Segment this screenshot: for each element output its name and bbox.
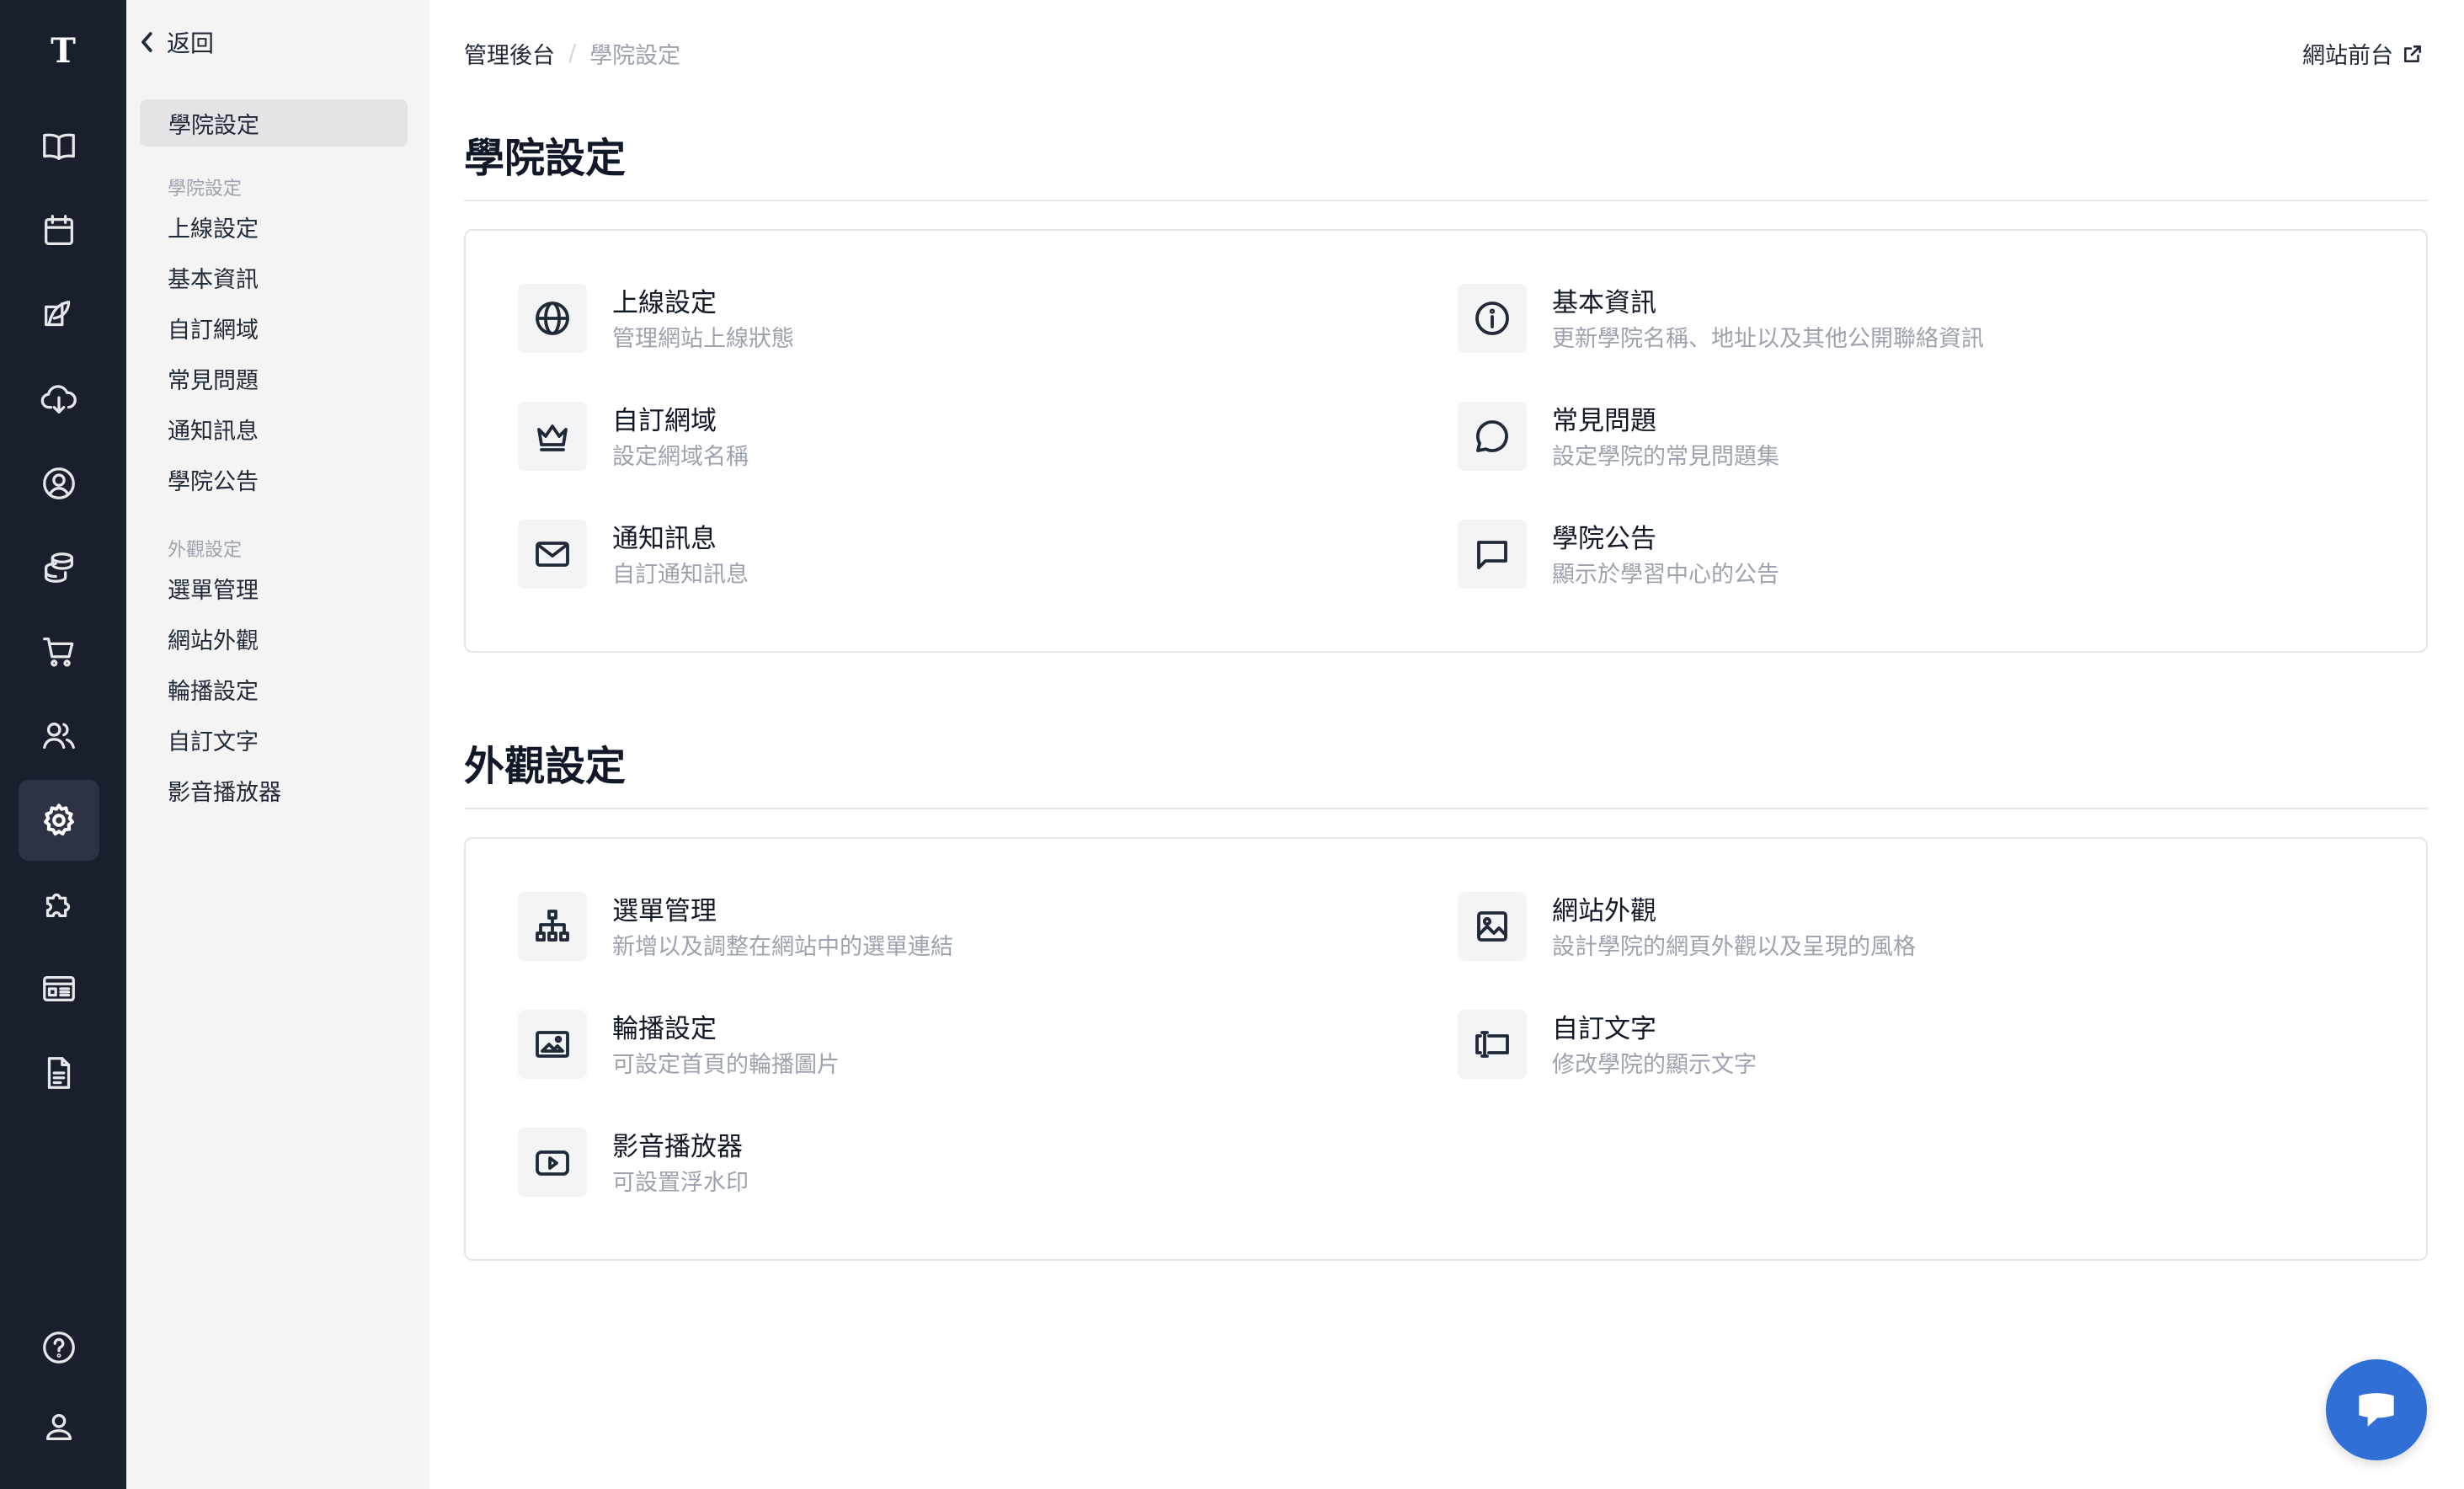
live-chat-button[interactable] bbox=[2326, 1359, 2427, 1460]
back-label: 返回 bbox=[167, 29, 215, 57]
setting-description: 設計學院的網頁外觀以及呈現的風格 bbox=[1552, 934, 1916, 960]
info-icon bbox=[1458, 284, 1527, 353]
coins-icon[interactable] bbox=[19, 527, 99, 608]
cart-icon[interactable] bbox=[19, 611, 99, 692]
website-frontend-label: 網站前台 bbox=[2302, 43, 2393, 69]
setting-title: 自訂文字 bbox=[1552, 1014, 1656, 1044]
setting-title: 網站外觀 bbox=[1552, 896, 1656, 926]
breadcrumb-current: 學院設定 bbox=[589, 43, 681, 69]
setting-description: 設定學院的常見問題集 bbox=[1552, 444, 1779, 470]
mail-icon bbox=[518, 520, 587, 589]
setting-title: 基本資訊 bbox=[1552, 288, 1656, 318]
setting-description: 顯示於學習中心的公告 bbox=[1552, 562, 1779, 588]
setting-description: 修改學院的顯示文字 bbox=[1552, 1052, 1757, 1078]
message-square-icon bbox=[1458, 520, 1527, 589]
logo[interactable]: T bbox=[0, 25, 126, 76]
section-title-academy: 學院設定 bbox=[464, 135, 627, 182]
section-divider bbox=[464, 808, 2428, 809]
user-circle-icon[interactable] bbox=[19, 443, 99, 524]
section-divider bbox=[464, 200, 2428, 201]
sidebar-item-launch[interactable]: 上線設定 bbox=[168, 213, 259, 247]
breadcrumb-separator: / bbox=[568, 40, 577, 67]
setting-title: 學院公告 bbox=[1552, 524, 1656, 554]
setting-description: 更新學院名稱、地址以及其他公開聯絡資訊 bbox=[1552, 326, 1984, 352]
chat-bubble-icon bbox=[1458, 402, 1527, 471]
setting-notifications[interactable]: 通知訊息 自訂通知訊息 bbox=[518, 520, 749, 592]
setting-description: 可設定首頁的輪播圖片 bbox=[612, 1052, 840, 1078]
setting-title: 常見問題 bbox=[1552, 406, 1656, 436]
sidebar-item-faq[interactable]: 常見問題 bbox=[168, 365, 259, 398]
setting-launch[interactable]: 上線設定 管理網站上線狀態 bbox=[518, 284, 794, 356]
chat-icon bbox=[2359, 1393, 2394, 1427]
sidebar-item-menu[interactable]: 選單管理 bbox=[168, 574, 259, 608]
users-icon[interactable] bbox=[19, 696, 99, 777]
sidebar-item-custom-text[interactable]: 自訂文字 bbox=[168, 726, 259, 760]
setting-title: 自訂網域 bbox=[612, 406, 717, 436]
setting-menu[interactable]: 選單管理 新增以及調整在網站中的選單連結 bbox=[518, 892, 953, 964]
setting-description: 可設置浮水印 bbox=[612, 1170, 749, 1196]
setting-video-player[interactable]: 影音播放器 可設置浮水印 bbox=[518, 1128, 749, 1200]
sidebar-item-video-player[interactable]: 影音播放器 bbox=[168, 777, 281, 810]
help-icon[interactable] bbox=[19, 1307, 99, 1388]
calendar-icon[interactable] bbox=[19, 190, 99, 271]
setting-faq[interactable]: 常見問題 設定學院的常見問題集 bbox=[1458, 402, 1779, 474]
breadcrumb-admin[interactable]: 管理後台 bbox=[464, 37, 555, 70]
sidebar-item-carousel[interactable]: 輪播設定 bbox=[168, 675, 259, 709]
image-icon bbox=[1458, 892, 1527, 961]
sidebar-item-announcements[interactable]: 學院公告 bbox=[168, 466, 259, 499]
website-frontend-link[interactable]: 網站前台 bbox=[2302, 37, 2424, 70]
sidebar-item-basic-info[interactable]: 基本資訊 bbox=[168, 264, 259, 297]
setting-title: 影音播放器 bbox=[612, 1132, 743, 1162]
breadcrumb: 管理後台 / 學院設定 bbox=[464, 37, 680, 70]
setting-title: 通知訊息 bbox=[612, 524, 717, 554]
section-title-appearance: 外觀設定 bbox=[464, 743, 627, 790]
document-icon[interactable] bbox=[19, 1033, 99, 1113]
setting-title: 上線設定 bbox=[612, 288, 717, 318]
slideshow-icon bbox=[518, 1010, 587, 1079]
setting-basic-info[interactable]: 基本資訊 更新學院名稱、地址以及其他公開聯絡資訊 bbox=[1458, 284, 1984, 356]
edit-icon[interactable] bbox=[19, 275, 99, 355]
setting-carousel[interactable]: 輪播設定 可設定首頁的輪播圖片 bbox=[518, 1010, 840, 1082]
sidebar-group-appearance: 外觀設定 bbox=[168, 540, 243, 561]
setting-description: 自訂通知訊息 bbox=[612, 562, 749, 588]
sidebar-group-academy: 學院設定 bbox=[168, 179, 243, 200]
crown-icon bbox=[518, 402, 587, 471]
account-icon[interactable] bbox=[19, 1386, 99, 1467]
video-play-icon bbox=[518, 1128, 587, 1197]
text-cursor-icon bbox=[1458, 1010, 1527, 1079]
layout-icon[interactable] bbox=[19, 948, 99, 1029]
puzzle-icon[interactable] bbox=[19, 864, 99, 945]
setting-announcements[interactable]: 學院公告 顯示於學習中心的公告 bbox=[1458, 520, 1779, 592]
sidebar-item-notifications[interactable]: 通知訊息 bbox=[168, 415, 259, 449]
setting-title: 輪播設定 bbox=[612, 1014, 717, 1044]
back-button[interactable]: 返回 bbox=[136, 24, 214, 61]
setting-title: 選單管理 bbox=[612, 896, 717, 926]
book-icon[interactable] bbox=[19, 106, 99, 187]
chevron-left-icon bbox=[141, 32, 152, 52]
sidebar-item-appearance[interactable]: 網站外觀 bbox=[168, 625, 259, 659]
external-link-icon bbox=[2404, 45, 2421, 62]
setting-description: 設定網域名稱 bbox=[612, 444, 749, 470]
globe-icon bbox=[518, 284, 587, 353]
setting-description: 新增以及調整在網站中的選單連結 bbox=[612, 934, 953, 960]
icon-rail: T bbox=[0, 0, 126, 1489]
cloud-download-icon[interactable] bbox=[19, 359, 99, 440]
sitemap-icon bbox=[518, 892, 587, 961]
setting-custom-text[interactable]: 自訂文字 修改學院的顯示文字 bbox=[1458, 1010, 1757, 1082]
sidebar-item-academy-settings[interactable]: 學院設定 bbox=[140, 99, 408, 147]
gear-icon[interactable] bbox=[19, 780, 99, 861]
sidebar-item-custom-domain[interactable]: 自訂網域 bbox=[168, 314, 259, 348]
setting-appearance[interactable]: 網站外觀 設計學院的網頁外觀以及呈現的風格 bbox=[1458, 892, 1916, 964]
setting-custom-domain[interactable]: 自訂網域 設定網域名稱 bbox=[518, 402, 749, 474]
setting-description: 管理網站上線狀態 bbox=[612, 326, 794, 352]
